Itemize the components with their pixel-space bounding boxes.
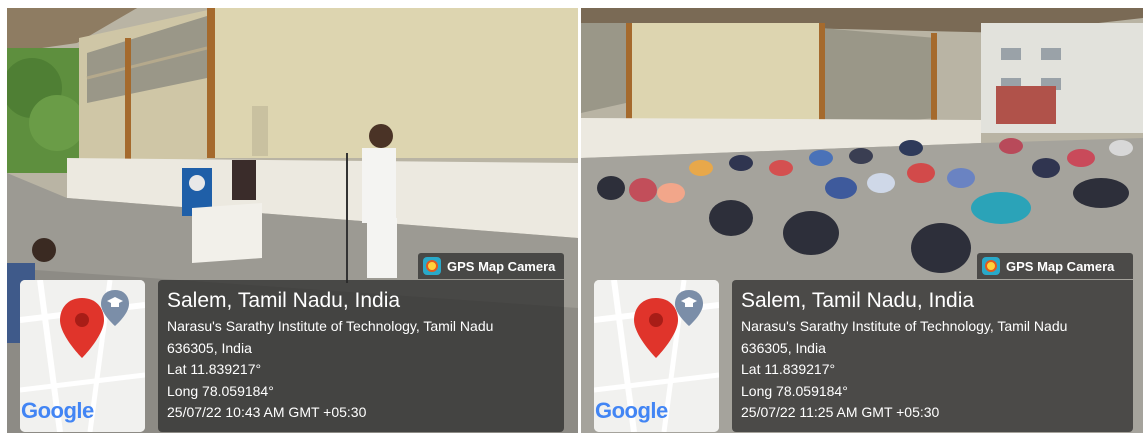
gps-badge-label: GPS Map Camera (447, 258, 556, 274)
gps-camera-icon (423, 257, 441, 275)
timestamp: 25/07/22 10:43 AM GMT +05:30 (167, 404, 367, 420)
map-thumbnail: Google (20, 280, 145, 432)
location-card: Salem, Tamil Nadu, India Narasu's Sarath… (732, 280, 1133, 432)
latitude: Lat 11.839217° (741, 361, 836, 377)
longitude: Long 78.059184° (741, 382, 848, 399)
address-line-2: 636305, India (741, 339, 826, 356)
latitude: Lat 11.839217° (167, 361, 262, 377)
address-line-2: 636305, India (167, 339, 252, 356)
gps-camera-icon (982, 257, 1000, 275)
location-title: Salem, Tamil Nadu, India (741, 289, 975, 312)
google-logo: Google (21, 398, 94, 423)
photo-speaker-stage: GPS Map Camera Google Salem, Tamil Nadu,… (7, 8, 578, 433)
address-line-1: Narasu's Sarathy Institute of Technology… (167, 318, 494, 334)
location-card: Salem, Tamil Nadu, India Narasu's Sarath… (158, 280, 564, 432)
gps-map-camera-badge: GPS Map Camera (977, 253, 1133, 279)
google-logo: Google (595, 398, 668, 423)
photo-seated-audience: GPS Map Camera Google Salem, Tamil Nadu,… (581, 8, 1143, 433)
address-line-1: Narasu's Sarathy Institute of Technology… (741, 318, 1068, 334)
gps-badge-label: GPS Map Camera (1006, 258, 1115, 274)
longitude: Long 78.059184° (167, 382, 274, 399)
gps-map-camera-badge: GPS Map Camera (418, 253, 564, 279)
timestamp: 25/07/22 11:25 AM GMT +05:30 (741, 404, 940, 420)
map-thumbnail: Google (594, 280, 719, 432)
location-title: Salem, Tamil Nadu, India (167, 289, 401, 312)
